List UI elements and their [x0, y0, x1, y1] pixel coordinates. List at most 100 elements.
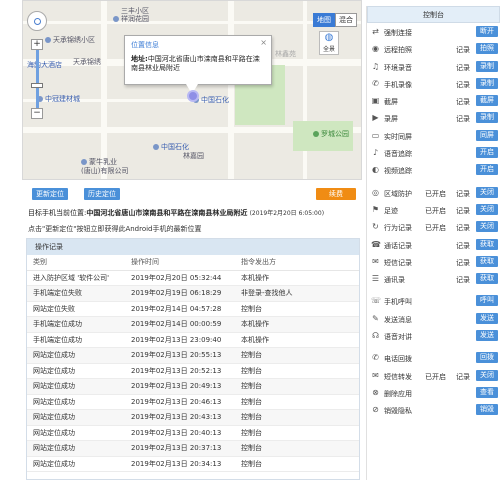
cell-time: 2019年02月13日 20:34:13: [125, 456, 235, 472]
map-label-text: 蒙牛乳业: [89, 158, 117, 166]
control-row: ◉ 远程拍照 记录 拍照: [367, 40, 500, 57]
cell-category: 网站定位成功: [27, 363, 125, 379]
records-link[interactable]: 记录: [456, 97, 470, 107]
map-type-map-button[interactable]: 地图: [313, 13, 335, 27]
control-row: ⇄ 强制连接 断开: [367, 23, 500, 40]
zoom-in-button[interactable]: +: [31, 39, 43, 50]
records-link[interactable]: 记录: [456, 45, 470, 55]
cell-time: 2019年02月20日 05:32:44: [125, 270, 235, 286]
cell-category: 网站定位成功: [27, 347, 125, 364]
map-type-hybrid-button[interactable]: 混合: [335, 13, 357, 27]
records-link[interactable]: 记录: [456, 206, 470, 216]
records-link[interactable]: 记录: [456, 241, 470, 251]
control-action-button[interactable]: 开启: [476, 164, 498, 176]
control-action-button[interactable]: 销毁: [476, 404, 498, 416]
records-link[interactable]: 记录: [456, 372, 470, 382]
control-action-button[interactable]: 关闭: [476, 203, 498, 215]
records-link[interactable]: 记录: [456, 63, 470, 73]
current-location: 目标手机当前位置:中国河北省唐山市滦南县和平路在滦南县林业局附近 (2019年2…: [28, 208, 324, 218]
control-label: 环境录音: [384, 63, 412, 72]
records-link[interactable]: 记录: [456, 223, 470, 233]
map-label-text: 中国石化: [201, 96, 229, 104]
control-row: ✆ 电话回拨 回拨: [367, 349, 500, 366]
control-label: 发送消息: [384, 315, 412, 324]
zoom-out-button[interactable]: −: [31, 108, 43, 119]
status-text: 已开启: [425, 372, 446, 381]
records-link[interactable]: 记录: [456, 114, 470, 124]
cell-time: 2019年02月13日 20:49:13: [125, 378, 235, 395]
cell-category: 网站定位成功: [27, 409, 125, 426]
control-label: 电话回拨: [384, 355, 412, 364]
renew-button[interactable]: 续费: [316, 188, 356, 200]
status-text: 已开启: [425, 189, 446, 198]
cell-category: 手机端定位成功: [27, 316, 125, 333]
refresh-location-button[interactable]: 更新定位: [32, 188, 68, 200]
table-row: 手机端定位成功 2019年02月13日 23:09:40 本机操作: [27, 332, 359, 348]
control-action-button[interactable]: 同屏: [476, 129, 498, 141]
cell-time: 2019年02月14日 00:00:59: [125, 316, 235, 333]
map-label: 中冠建材城: [37, 94, 80, 104]
table-row: 网站定位失败 2019年02月14日 04:57:28 控制台: [27, 301, 359, 317]
control-panel-title: 控制台: [367, 6, 500, 23]
records-link[interactable]: 记录: [456, 80, 470, 90]
cell-time: 2019年02月13日 20:37:13: [125, 440, 235, 457]
current-location-time: (2019年2月20日 6:05:00): [249, 210, 325, 217]
cell-issuer: 本机操作: [235, 270, 359, 286]
control-action-button[interactable]: 发送: [476, 330, 498, 342]
control-label: 语音对讲: [384, 333, 412, 342]
control-action-button[interactable]: 获取: [476, 255, 498, 267]
cell-issuer: 非登录-查找他人: [235, 285, 359, 302]
location-info-window: × 位置信息 地址:中国河北省唐山市滦南县和平路在滦南县林业局附近: [124, 35, 272, 85]
cell-issuer: 本机操作: [235, 332, 359, 348]
page-left-margin: [0, 0, 22, 180]
map-view[interactable]: 三丰小区 祥润花园 天承锦绣小区 天承锦绣 海韵大酒店 中冠建材城 中国石化 中…: [22, 0, 362, 180]
cell-time: 2019年02月13日 20:55:13: [125, 347, 235, 364]
control-action-button[interactable]: 关闭: [476, 369, 498, 381]
control-action-button[interactable]: 开启: [476, 147, 498, 159]
records-link[interactable]: 记录: [456, 275, 470, 285]
control-action-button[interactable]: 发送: [476, 312, 498, 324]
location-marker-icon[interactable]: [187, 90, 199, 102]
control-label: 语音追踪: [384, 150, 412, 159]
control-action-button[interactable]: 获取: [476, 273, 498, 285]
cell-issuer: 控制台: [235, 394, 359, 410]
map-label: 罗城公园: [313, 129, 349, 139]
control-action-button[interactable]: 拍照: [476, 43, 498, 55]
control-action-button[interactable]: 录制: [476, 77, 498, 89]
cell-category: 网站定位成功: [27, 440, 125, 457]
panorama-button[interactable]: ◍ 全景: [319, 31, 339, 55]
zoom-slider-handle[interactable]: [31, 83, 43, 88]
compass-icon: [34, 18, 41, 25]
cell-time: 2019年02月14日 04:57:28: [125, 301, 235, 317]
geofence-icon: ◎: [372, 187, 379, 197]
control-row: ▣ 截屏 记录 截屏: [367, 92, 500, 109]
map-pan-control[interactable]: [27, 11, 47, 31]
control-action-button[interactable]: 回拨: [476, 352, 498, 364]
records-link[interactable]: 记录: [456, 189, 470, 199]
control-action-button[interactable]: 获取: [476, 238, 498, 250]
map-road: [101, 1, 107, 179]
close-icon[interactable]: ×: [260, 38, 267, 47]
poi-icon: [81, 159, 87, 165]
control-label: 区域防护: [384, 189, 412, 198]
control-action-button[interactable]: 关闭: [476, 221, 498, 233]
sms-log-icon: ✉: [372, 256, 379, 266]
zoom-slider-track[interactable]: [36, 50, 39, 108]
control-label: 手机呼叫: [384, 298, 412, 307]
map-label-text: 祥润花园: [121, 15, 149, 23]
control-action-button[interactable]: 录制: [476, 112, 498, 124]
control-action-button[interactable]: 呼叫: [476, 295, 498, 307]
control-action-button[interactable]: 断开: [476, 26, 498, 37]
cell-issuer: 控制台: [235, 363, 359, 379]
control-action-button[interactable]: 截屏: [476, 95, 498, 107]
control-action-button[interactable]: 查看: [476, 386, 498, 398]
map-road: [303, 1, 307, 179]
control-action-button[interactable]: 录制: [476, 60, 498, 72]
table-row: 网站定位成功 2019年02月13日 20:49:13 控制台: [27, 378, 359, 395]
map-label-text: 天承锦绣小区: [53, 36, 95, 44]
records-link[interactable]: 记录: [456, 258, 470, 268]
call-log-icon: ☎: [371, 239, 381, 249]
cell-issuer: 本机操作: [235, 316, 359, 333]
history-location-button[interactable]: 历史定位: [84, 188, 120, 200]
control-action-button[interactable]: 关闭: [476, 186, 498, 198]
